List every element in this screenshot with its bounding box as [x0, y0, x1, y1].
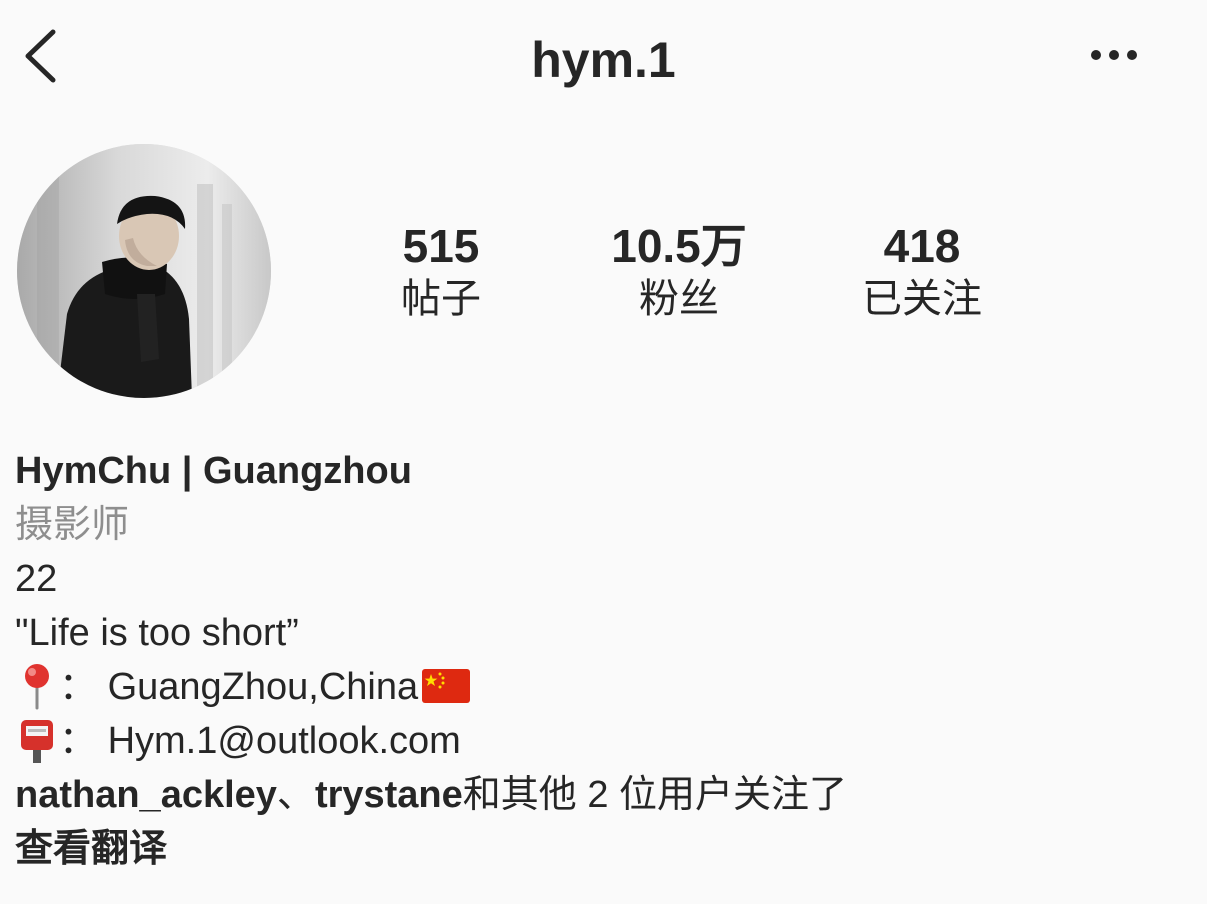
bio-email-line: ： Hym.1@outlook.com: [15, 714, 1195, 768]
see-translation-link[interactable]: 查看翻译: [15, 822, 1195, 876]
followed-by-user-2[interactable]: trystane: [315, 774, 463, 816]
stat-followers[interactable]: 10.5万 粉丝: [569, 218, 789, 324]
more-options-button[interactable]: [1086, 40, 1142, 70]
round-pushpin-icon: [25, 663, 49, 710]
bio-quote: "Life is too short”: [15, 612, 299, 654]
bio-age: 22: [15, 558, 58, 600]
location-separator: ：: [59, 666, 98, 708]
followers-count: 10.5万: [611, 220, 747, 272]
followed-by-separator: 、: [276, 774, 315, 816]
following-label: 已关注: [862, 277, 982, 321]
china-flag-icon: [422, 668, 471, 703]
bio-location-line: ： GuangZhou,China: [15, 660, 1195, 714]
email-separator: ：: [59, 720, 98, 762]
stat-following[interactable]: 418 已关注: [812, 218, 1032, 324]
more-horizontal-icon: [1091, 50, 1137, 60]
display-name: HymChu | Guangzhou: [15, 450, 412, 492]
profile-bio: HymChu | Guangzhou 摄影师 22 "Life is too s…: [15, 444, 1195, 876]
followed-by-rest: 和其他 2 位用户关注了: [462, 774, 848, 816]
postbox-icon: [21, 719, 53, 763]
page-title: hym.1: [531, 32, 676, 88]
location-text: GuangZhou,China: [107, 666, 419, 708]
posts-label: 帖子: [401, 277, 481, 321]
category-label: 摄影师: [15, 504, 130, 546]
avatar[interactable]: [17, 144, 271, 398]
posts-count: 515: [402, 220, 480, 272]
followed-by-user-1[interactable]: nathan_ackley: [15, 774, 277, 816]
following-count: 418: [883, 220, 961, 272]
followers-label: 粉丝: [639, 277, 719, 321]
avatar-photo: [17, 144, 271, 398]
top-navigation-bar: hym.1: [0, 0, 1207, 120]
stat-posts[interactable]: 515 帖子: [331, 218, 551, 324]
email-link[interactable]: Hym.1@outlook.com: [108, 720, 461, 762]
followed-by-line[interactable]: nathan_ackley、trystane和其他 2 位用户关注了: [15, 768, 1195, 822]
